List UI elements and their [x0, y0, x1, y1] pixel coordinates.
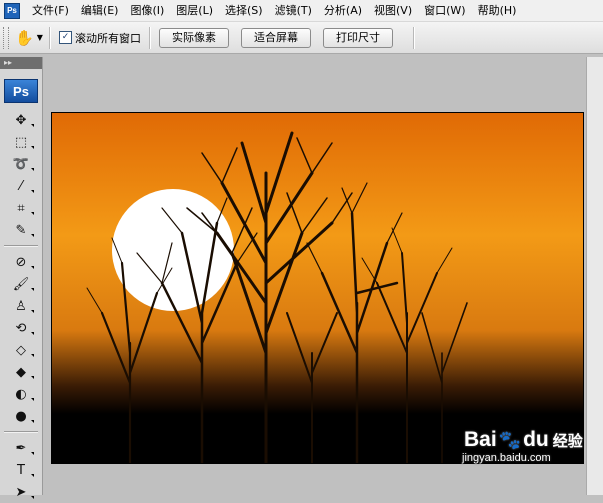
- print-size-button[interactable]: 打印尺寸: [323, 27, 393, 48]
- baidu-watermark: Bai 🐾 du 经验 jingyan.baidu.com: [460, 426, 600, 472]
- menu-file[interactable]: 文件(F): [26, 0, 75, 21]
- eraser-icon[interactable]: ◇: [0, 339, 42, 361]
- divider: [149, 26, 151, 49]
- history-brush-icon[interactable]: ⟲: [0, 317, 42, 339]
- document-image[interactable]: [51, 112, 584, 464]
- healing-brush-icon[interactable]: ⊘: [0, 251, 42, 273]
- toolbox-header[interactable]: ▸▸: [0, 57, 42, 69]
- menu-bar: Ps 文件(F) 编辑(E) 图像(I) 图层(L) 选择(S) 滤镜(T) 分…: [0, 0, 603, 22]
- menu-select[interactable]: 选择(S): [219, 0, 269, 21]
- actual-pixels-button[interactable]: 实际像素: [159, 27, 229, 48]
- menu-edit[interactable]: 编辑(E): [75, 0, 125, 21]
- menu-analysis[interactable]: 分析(A): [318, 0, 368, 21]
- toolbox: ▸▸ Ps ✥ ⬚ ➰ ⁄ ⌗ ✎ ⊘ 🖌 ♙ ⟲ ◇ ◆ ◐ ● ✒ T ➤: [0, 57, 43, 500]
- app-icon[interactable]: Ps: [4, 2, 20, 19]
- watermark-url: jingyan.baidu.com: [462, 452, 551, 464]
- options-grip[interactable]: [3, 26, 9, 49]
- scroll-all-windows-label: 滚动所有窗口: [75, 31, 141, 45]
- menu-filter[interactable]: 滤镜(T): [269, 0, 318, 21]
- clone-stamp-icon[interactable]: ♙: [0, 295, 42, 317]
- scroll-all-windows-checkbox[interactable]: ✓: [59, 31, 72, 44]
- menu-window[interactable]: 窗口(W): [418, 0, 471, 21]
- pen-icon[interactable]: ✒: [0, 437, 42, 459]
- crop-icon[interactable]: ⌗: [0, 197, 42, 219]
- lasso-icon[interactable]: ➰: [0, 153, 42, 175]
- paint-bucket-icon[interactable]: ◆: [0, 361, 42, 383]
- menu-view[interactable]: 视图(V): [368, 0, 418, 21]
- marquee-icon[interactable]: ⬚: [0, 131, 42, 153]
- magic-wand-icon[interactable]: ⁄: [0, 175, 42, 197]
- fit-screen-button[interactable]: 适合屏幕: [241, 27, 311, 48]
- hand-icon: ✋: [15, 28, 34, 47]
- sunset-photo: [52, 113, 583, 463]
- divider: [413, 26, 415, 49]
- move-icon[interactable]: ✥: [0, 109, 42, 131]
- toolbox-divider: [4, 431, 38, 433]
- ps-logo[interactable]: Ps: [4, 79, 38, 103]
- menu-layer[interactable]: 图层(L): [170, 0, 219, 21]
- toolbox-divider: [4, 245, 38, 247]
- type-icon[interactable]: T: [0, 459, 42, 481]
- paw-icon: 🐾: [498, 429, 522, 450]
- baidu-logo: Bai 🐾 du 经验: [464, 428, 583, 451]
- brush-icon[interactable]: 🖌: [0, 273, 42, 295]
- divider: [49, 26, 51, 49]
- tool-preset-picker[interactable]: ✋ ▼: [15, 26, 43, 50]
- dodge-icon[interactable]: ◐: [0, 383, 42, 405]
- path-select-icon[interactable]: ➤: [0, 481, 42, 503]
- options-bar: ✋ ▼ ✓ 滚动所有窗口 实际像素 适合屏幕 打印尺寸: [0, 22, 603, 54]
- menu-image[interactable]: 图像(I): [124, 0, 170, 21]
- blur-icon[interactable]: ●: [0, 405, 42, 427]
- chevron-down-icon: ▼: [36, 33, 43, 42]
- eyedropper-icon[interactable]: ✎: [0, 219, 42, 241]
- menu-help[interactable]: 帮助(H): [472, 0, 523, 21]
- scroll-all-windows-option[interactable]: ✓ 滚动所有窗口: [59, 30, 141, 46]
